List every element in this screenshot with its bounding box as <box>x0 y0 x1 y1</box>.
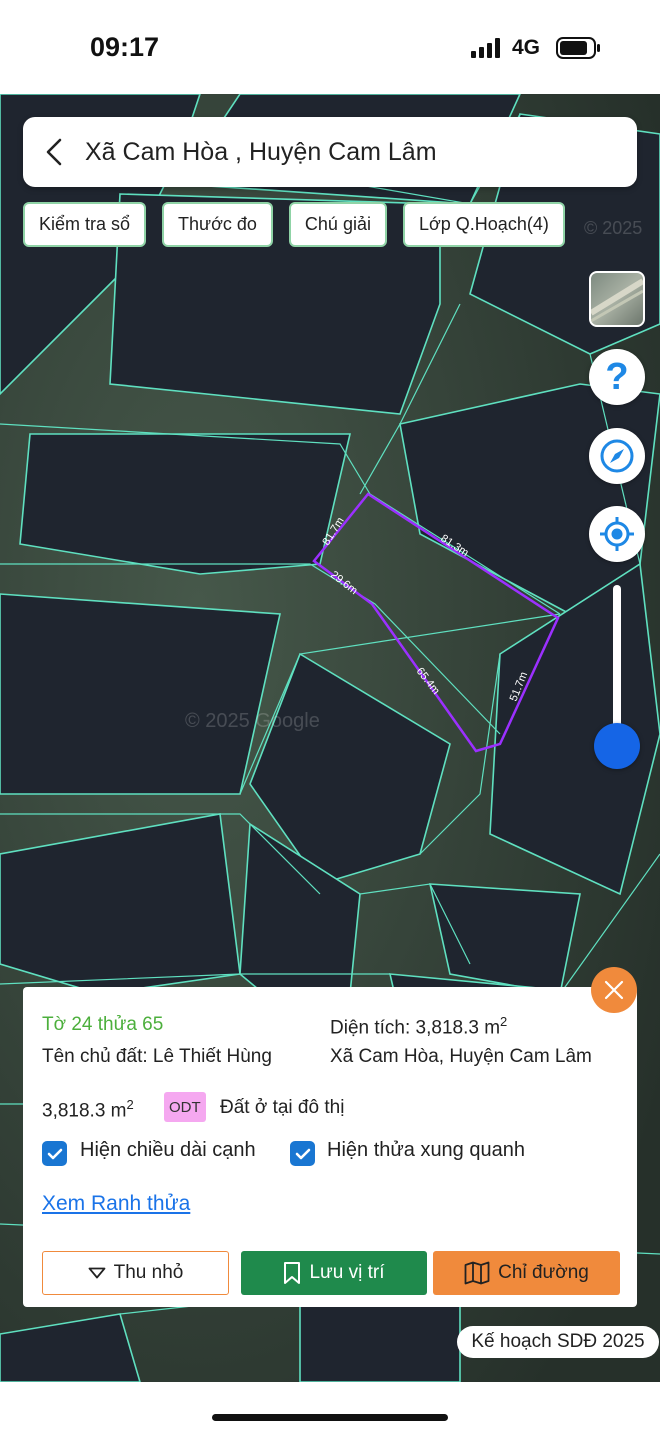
map-watermark-google: © 2025 Google <box>185 710 320 732</box>
battery-icon <box>556 37 600 59</box>
compass-button[interactable] <box>589 428 645 484</box>
land-area: 3,818.3 m2 <box>42 1097 134 1122</box>
back-button[interactable] <box>23 117 85 187</box>
home-area <box>0 1382 660 1434</box>
map-watermark-top: © 2025 <box>584 218 642 238</box>
chip-legend[interactable]: Chú giải <box>288 202 387 247</box>
minimize-button[interactable]: Thu nhỏ <box>42 1251 229 1295</box>
question-icon: ? <box>605 356 629 398</box>
map-icon <box>464 1261 490 1285</box>
help-button[interactable]: ? <box>589 349 645 405</box>
location-title: Xã Cam Hòa , Huyện Cam Lâm <box>85 137 437 166</box>
view-boundary-link[interactable]: Xem Ranh thửa <box>42 1192 190 1216</box>
chip-measure[interactable]: Thước đo <box>162 202 273 247</box>
my-location-button[interactable] <box>589 506 645 562</box>
parcel-address: Xã Cam Hòa, Huyện Cam Lâm <box>330 1046 592 1067</box>
triangle-down-icon <box>88 1267 106 1279</box>
opacity-slider-track[interactable] <box>613 585 621 745</box>
close-panel-button[interactable] <box>591 967 637 1013</box>
show-neighbors-label[interactable]: Hiện thửa xung quanh <box>327 1139 525 1162</box>
save-location-button[interactable]: Lưu vị trí <box>241 1251 427 1295</box>
signal-icon <box>470 38 500 58</box>
locate-icon <box>600 517 634 551</box>
directions-button[interactable]: Chỉ đường <box>433 1251 620 1295</box>
plan-year-badge[interactable]: Kế hoạch SDĐ 2025 <box>457 1326 659 1358</box>
status-bar: 09:17 4G <box>0 0 660 94</box>
land-code-badge: ODT <box>164 1092 206 1122</box>
location-header[interactable]: Xã Cam Hòa , Huyện Cam Lâm <box>23 117 637 187</box>
show-edge-lengths-label[interactable]: Hiện chiều dài cạnh <box>80 1139 256 1162</box>
save-location-label: Lưu vị trí <box>309 1262 385 1283</box>
check-icon <box>47 1148 62 1159</box>
owner-name: Tên chủ đất: Lê Thiết Hùng <box>42 1046 272 1067</box>
show-neighbors-checkbox[interactable] <box>290 1141 315 1166</box>
chevron-left-icon <box>46 138 62 166</box>
opacity-slider-handle[interactable] <box>594 723 640 769</box>
chip-planning-layers[interactable]: Lớp Q.Hoạch(4) <box>402 202 565 247</box>
tool-chips: Kiểm tra sổ Thước đo Chú giải Lớp Q.Hoạc… <box>23 202 565 247</box>
home-indicator[interactable] <box>212 1414 448 1421</box>
show-edge-lengths-checkbox[interactable] <box>42 1141 67 1166</box>
status-indicators: 4G <box>470 36 602 60</box>
map-layer-button[interactable] <box>589 271 645 327</box>
bookmark-icon <box>284 1262 301 1284</box>
parcel-area: Diện tích: 3,818.3 m2 <box>330 1014 508 1039</box>
satellite-thumbnail-icon <box>591 278 643 323</box>
compass-icon <box>600 439 634 473</box>
check-icon <box>295 1148 310 1159</box>
chip-check-book[interactable]: Kiểm tra sổ <box>23 202 147 247</box>
parcel-id: Tờ 24 thửa 65 <box>42 1014 164 1035</box>
minimize-label: Thu nhỏ <box>113 1262 184 1283</box>
network-type: 4G <box>511 36 540 59</box>
status-time: 09:17 <box>90 32 160 62</box>
land-type: Đất ở tại đô thị <box>220 1097 345 1118</box>
close-icon <box>604 980 624 1000</box>
parcel-info-panel: Tờ 24 thửa 65 Diện tích: 3,818.3 m2 Tên … <box>23 987 637 1307</box>
directions-label: Chỉ đường <box>498 1262 589 1283</box>
